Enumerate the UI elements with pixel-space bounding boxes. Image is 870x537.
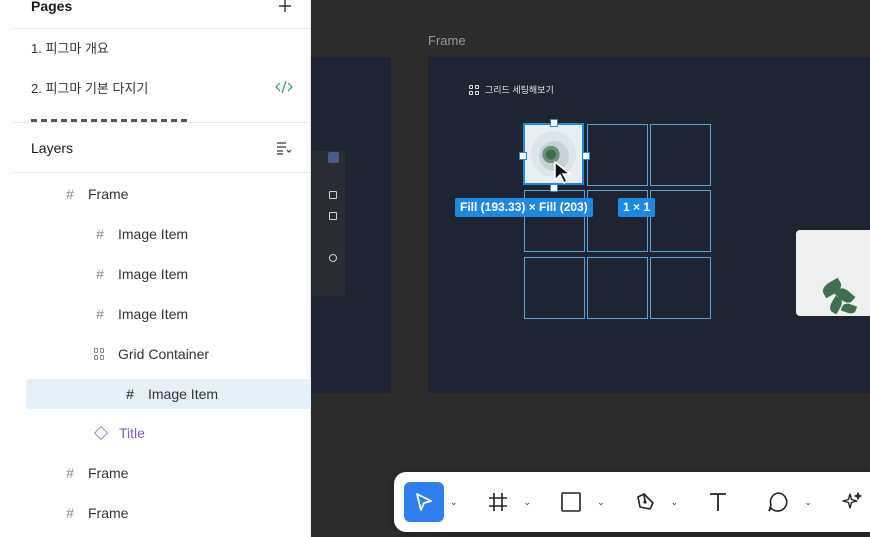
size-badge: Fill (193.33) × Fill (203) [455, 198, 593, 217]
layer-label: Frame [88, 465, 129, 481]
actions-tool-button[interactable] [832, 482, 870, 522]
page-item-label: 2. 피그마 기본 다지기 [31, 80, 149, 96]
text-icon [710, 493, 727, 511]
pages-header: Pages [0, 0, 311, 26]
frame-label[interactable]: Frame [428, 33, 466, 48]
layer-title[interactable]: Title [93, 418, 145, 448]
comment-tool-button[interactable] [758, 482, 798, 522]
frame-main[interactable]: 그리드 세팅해보기 [428, 57, 870, 393]
mini-icon [329, 212, 337, 220]
page-item[interactable]: 2. 피그마 기본 다지기 [0, 67, 311, 107]
layer-grid-container[interactable]: Grid Container [94, 339, 209, 369]
actions-tool[interactable] [832, 482, 870, 522]
add-page-icon[interactable] [278, 0, 292, 13]
plant-image-card[interactable] [796, 230, 870, 316]
layer-image-item[interactable]: # Image Item [94, 219, 188, 249]
chevron-down-icon[interactable]: ⌄ [524, 497, 532, 508]
layer-label: Image Item [118, 226, 189, 242]
layers-header: Layers [0, 128, 311, 168]
text-tool-button[interactable] [698, 482, 738, 522]
divider [11, 172, 311, 173]
pointer-cursor-icon [554, 160, 573, 184]
grid-cell[interactable] [650, 124, 711, 186]
frame-tool-button[interactable] [478, 482, 518, 522]
layer-frame[interactable]: # Frame [64, 498, 128, 528]
layer-label: Image Item [118, 306, 189, 322]
hash-icon: # [126, 386, 134, 402]
page-item[interactable]: 1. 피그마 개요 [0, 27, 311, 67]
resize-handle-bottom[interactable] [550, 184, 558, 192]
chevron-down-icon[interactable]: ⌄ [671, 497, 679, 508]
page-item-label: 1. 피그마 개요 [31, 40, 109, 56]
layer-image-item[interactable]: # Image Item [94, 259, 188, 289]
pen-icon [636, 493, 654, 510]
sparkle-icon [842, 492, 862, 509]
pages-title: Pages [31, 0, 73, 14]
bottom-toolbar: ⌄ ⌄ ⌄ ⌄ ⌄ [394, 472, 870, 532]
grid-cell[interactable] [587, 124, 648, 186]
grid-cell[interactable] [524, 257, 585, 319]
grid-cell[interactable] [650, 190, 711, 252]
chevron-down-icon[interactable]: ⌄ [450, 497, 458, 508]
hash-icon: # [66, 505, 74, 521]
resize-handle-left[interactable] [519, 152, 527, 160]
layer-image-item[interactable]: # Image Item [94, 299, 188, 329]
rectangle-icon [561, 492, 581, 512]
pen-tool[interactable]: ⌄ [625, 482, 679, 522]
mini-icon [329, 191, 337, 199]
diamond-icon [93, 425, 109, 441]
comment-tool[interactable]: ⌄ [758, 482, 812, 522]
leaf [840, 301, 858, 316]
hash-icon: # [96, 226, 104, 242]
layer-label: Image Item [118, 266, 189, 282]
grid-title-text: 그리드 세팅해보기 [485, 85, 554, 95]
left-panel: Pages 1. 피그마 개요 2. 피그마 기본 다지기 Layers # F… [0, 0, 311, 537]
rectangle-tool-button[interactable] [551, 482, 591, 522]
layer-label: Frame [88, 505, 129, 521]
layer-label: Grid Container [118, 346, 210, 362]
hash-icon: # [66, 186, 74, 202]
layers-title: Layers [31, 140, 74, 156]
grid-icon [94, 348, 106, 360]
code-icon[interactable] [275, 80, 293, 94]
resize-handle-right[interactable] [582, 152, 590, 160]
grid-size-badge: 1 × 1 [618, 198, 656, 217]
comment-icon [768, 492, 788, 512]
grid-cell[interactable] [587, 257, 648, 319]
rectangle-tool[interactable]: ⌄ [551, 482, 605, 522]
move-tool[interactable]: ⌄ [404, 482, 458, 522]
grid-cell[interactable] [650, 257, 711, 319]
grid-title[interactable]: 그리드 세팅해보기 [469, 83, 554, 96]
text-tool[interactable] [698, 482, 738, 522]
grid-icon [469, 84, 479, 95]
layer-label: Frame [88, 186, 129, 202]
frame-left[interactable] [300, 57, 391, 393]
mini-button [328, 152, 339, 163]
layer-label: Title [119, 425, 145, 441]
layer-options-icon[interactable] [276, 141, 292, 155]
chevron-down-icon[interactable]: ⌄ [804, 497, 812, 508]
pen-tool-button[interactable] [625, 482, 665, 522]
divider [11, 122, 311, 123]
mini-properties-panel [312, 151, 345, 296]
frame-tool[interactable]: ⌄ [478, 482, 532, 522]
cursor-icon [416, 493, 432, 511]
chevron-down-icon[interactable]: ⌄ [597, 497, 605, 508]
hash-icon: # [96, 306, 104, 322]
hash-icon: # [66, 465, 74, 481]
layer-label: Image Item [148, 386, 219, 402]
hash-icon: # [96, 266, 104, 282]
layer-frame[interactable]: # Frame [64, 179, 128, 209]
frame-icon [488, 493, 507, 511]
resize-handle-top[interactable] [550, 119, 558, 127]
move-tool-button[interactable] [404, 482, 444, 522]
mini-icon [329, 254, 337, 262]
layer-image-item-selected[interactable]: # Image Item [26, 379, 311, 409]
layer-frame[interactable]: # Frame [64, 458, 128, 488]
